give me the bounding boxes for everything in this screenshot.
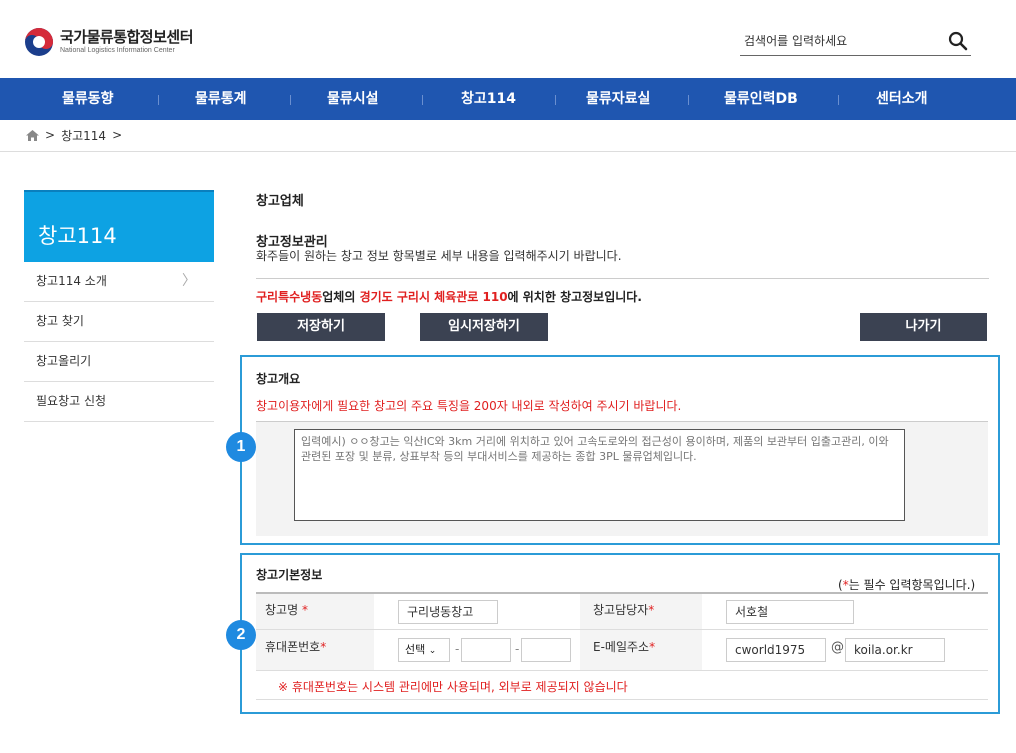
search-icon[interactable] — [947, 30, 969, 52]
sidebar-item-label: 창고 찾기 — [36, 314, 84, 328]
section-description: 화주들이 원하는 창고 정보 항목별로 세부 내용을 입력해주시기 바랍니다. — [256, 249, 622, 263]
exit-button[interactable]: 나가기 — [860, 313, 987, 341]
divider — [256, 278, 989, 279]
company-address: 경기도 구리시 체육관로 110 — [359, 290, 508, 304]
nav-item-logistics-library[interactable]: 물류자료실 — [586, 78, 650, 120]
sidebar-title: 창고114 — [38, 224, 117, 248]
warehouse-name-label: 창고명 * — [265, 603, 308, 617]
nav-item-logistics-statistics[interactable]: 물류통계 — [195, 78, 247, 120]
nav-separator — [422, 95, 423, 105]
step-badge-1: 1 — [226, 432, 256, 462]
site-logo[interactable]: 국가물류통합정보센터 National Logistics Informatio… — [24, 27, 194, 57]
chevron-right-icon: 〉 — [182, 273, 196, 289]
nav-separator — [290, 95, 291, 105]
nav-item-center-intro[interactable]: 센터소개 — [876, 78, 928, 120]
email-at-sign: @ — [831, 640, 844, 655]
manager-input[interactable]: 서호철 — [726, 600, 854, 624]
phone-label: 휴대폰번호* — [265, 640, 327, 654]
site-header: 국가물류통합정보센터 National Logistics Informatio… — [0, 0, 1016, 78]
main-nav: 물류동향 물류통계 물류시설 창고114 물류자료실 물류인력DB 센터소개 — [0, 78, 1016, 120]
sidebar-item-label: 창고올리기 — [36, 354, 92, 368]
sidebar-item-warehouse114-intro[interactable]: 창고114 소개 〉 — [24, 262, 214, 302]
taegeuk-logo-icon — [25, 28, 53, 56]
search-bar — [740, 28, 971, 56]
sidebar-item-label: 창고114 소개 — [36, 274, 107, 288]
breadcrumb-divider — [0, 151, 1016, 152]
phone-middle-input[interactable] — [461, 638, 511, 662]
nav-item-warehouse114[interactable]: 창고114 — [461, 78, 516, 120]
logo-subtitle: National Logistics Information Center — [60, 47, 175, 54]
phone-prefix-select[interactable]: 선택 ⌄ — [398, 638, 450, 662]
company-name: 구리특수냉동 — [256, 290, 323, 304]
breadcrumb-current[interactable]: 창고114 — [61, 127, 106, 144]
nav-item-logistics-trends[interactable]: 물류동향 — [62, 78, 114, 120]
basic-info-title: 창고기본정보 — [256, 568, 323, 582]
email-label: E-메일주소* — [593, 640, 656, 654]
sidebar-item-label: 필요창고 신청 — [36, 394, 107, 408]
phone-privacy-notice: ※ 휴대폰번호는 시스템 관리에만 사용되며, 외부로 제공되지 않습니다 — [278, 680, 628, 694]
overview-title: 창고개요 — [256, 372, 301, 386]
temp-save-button[interactable]: 임시저장하기 — [420, 313, 548, 341]
warehouse-location-text: 구리특수냉동업체의 경기도 구리시 체육관로 110에 위치한 창고정보입니다. — [256, 290, 642, 304]
sidebar-item-register-warehouse[interactable]: 창고올리기 — [24, 342, 214, 382]
save-button[interactable]: 저장하기 — [257, 313, 385, 341]
sidebar-item-request-warehouse[interactable]: 필요창고 신청 — [24, 382, 214, 422]
overview-textarea[interactable] — [294, 429, 905, 521]
nav-separator — [838, 95, 839, 105]
nav-separator — [555, 95, 556, 105]
page-title: 창고업체 — [256, 194, 304, 209]
required-fields-note: (*는 필수 입력항목입니다.) — [838, 578, 976, 592]
step-badge-2: 2 — [226, 620, 256, 650]
overview-instruction: 창고이용자에게 필요한 창고의 주요 특징을 200자 내외로 작성하여 주시기… — [256, 399, 682, 413]
nav-item-logistics-facilities[interactable]: 물류시설 — [327, 78, 379, 120]
search-input[interactable] — [744, 30, 934, 52]
nav-item-logistics-workforce-db[interactable]: 물류인력DB — [724, 78, 798, 120]
manager-label: 창고담당자* — [593, 603, 655, 617]
chevron-down-icon: ⌄ — [428, 646, 437, 656]
nav-separator — [158, 95, 159, 105]
warehouse-name-input[interactable]: 구리냉동창고 — [398, 600, 498, 624]
logo-title: 국가물류통합정보센터 — [60, 28, 194, 46]
home-icon[interactable] — [26, 129, 39, 141]
email-user-input[interactable]: cworld1975 — [726, 638, 826, 662]
sidebar-item-find-warehouse[interactable]: 창고 찾기 — [24, 302, 214, 342]
breadcrumb-separator: > — [112, 128, 123, 142]
breadcrumb-separator: > — [45, 128, 56, 142]
phone-last-input[interactable] — [521, 638, 571, 662]
breadcrumb: > 창고114 > — [26, 120, 122, 150]
sidebar-header: 창고114 — [24, 190, 214, 262]
email-domain-input[interactable]: koila.or.kr — [845, 638, 945, 662]
nav-separator — [688, 95, 689, 105]
